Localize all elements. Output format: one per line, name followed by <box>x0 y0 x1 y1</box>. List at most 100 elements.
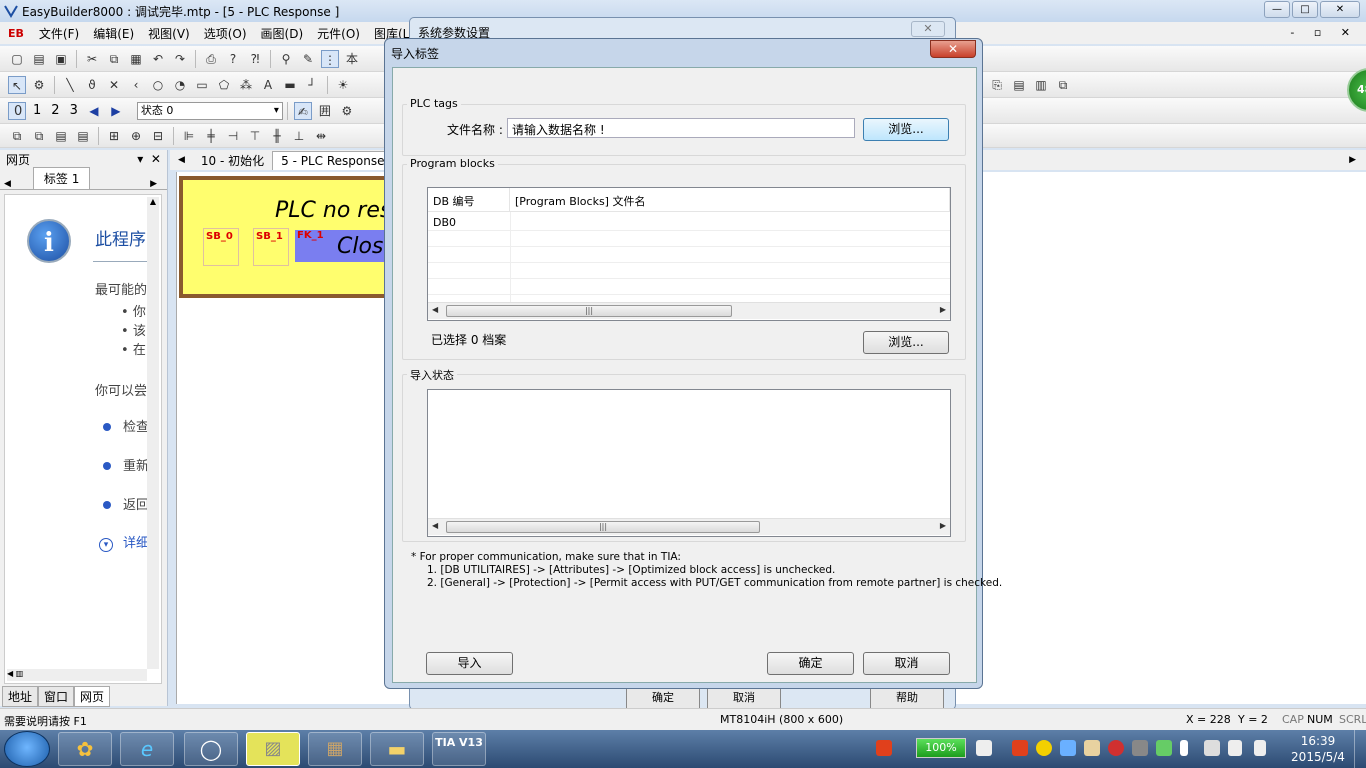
state-0[interactable]: 0 <box>8 101 26 120</box>
grid-icon[interactable]: ⋮ <box>321 49 339 68</box>
bulb-icon[interactable]: ☀ <box>334 76 352 94</box>
taskbar-app-circle[interactable]: ◯ <box>184 732 238 766</box>
polyline-icon[interactable]: ϑ <box>83 76 101 94</box>
close-button[interactable]: ✕ <box>1320 1 1360 18</box>
pointer-icon[interactable]: ↖ <box>8 75 26 94</box>
print-icon[interactable]: ⎙ <box>202 50 220 68</box>
align-top-icon[interactable]: ⊤ <box>246 127 264 145</box>
battery-indicator[interactable]: 100% <box>916 738 966 758</box>
pie-icon[interactable]: ◔ <box>171 76 189 94</box>
panel-controls[interactable]: ▾ ✕ <box>137 152 161 166</box>
arc-icon[interactable]: ‹ <box>127 76 145 94</box>
table-row[interactable]: DB0 <box>433 216 456 229</box>
sb-0-object[interactable]: SB_0 <box>203 228 239 266</box>
tag-icon[interactable]: ✍ <box>293 101 312 120</box>
scroll-left-icon[interactable]: ◀ <box>432 521 438 530</box>
help-icon[interactable]: ? <box>224 50 242 68</box>
minimize-button[interactable]: — <box>1264 1 1290 18</box>
network-icon[interactable]: ⚙ <box>338 102 356 120</box>
simulate-icon[interactable]: ▥ <box>1032 76 1050 94</box>
rectangle-icon[interactable]: ▭ <box>193 76 211 94</box>
state-select[interactable]: 状态 0 <box>136 101 283 120</box>
system-params-close[interactable]: ✕ <box>911 21 945 37</box>
import-button[interactable]: 导入 <box>426 652 513 675</box>
restore-button[interactable]: □ <box>1292 1 1318 18</box>
tab-scroll-right-icon[interactable]: ▶ <box>1349 155 1356 165</box>
taskbar-easybuilder[interactable]: ▨ <box>246 732 300 766</box>
export-icon[interactable]: ⎘ <box>988 76 1006 94</box>
taskbar-tia[interactable]: TIA V13 <box>432 732 486 766</box>
ime-icon[interactable] <box>876 740 892 756</box>
prev-state-icon[interactable]: ◀ <box>85 102 103 120</box>
web-link-check[interactable]: 检查 <box>103 416 149 435</box>
download-icon[interactable]: ⧉ <box>1054 76 1072 94</box>
tab-web[interactable]: 网页 <box>74 686 111 707</box>
undo-icon[interactable]: ↶ <box>149 50 167 68</box>
license-icon[interactable] <box>1132 740 1148 756</box>
taskbar-explorer[interactable]: ▬ <box>370 732 424 766</box>
paste-icon[interactable]: ▦ <box>127 50 145 68</box>
align-hcenter-icon[interactable]: ╪ <box>202 127 220 145</box>
context-help-icon[interactable]: ⁈ <box>246 50 264 68</box>
system-params-ok[interactable]: 确定 <box>626 688 700 710</box>
horizontal-scrollbar[interactable]: ◀ ▥ <box>7 669 147 681</box>
table-hscroll[interactable]: ◀ ||| ▶ <box>428 302 950 319</box>
copy-icon[interactable]: ⧉ <box>105 50 123 68</box>
state-3[interactable]: 3 <box>65 103 83 118</box>
system-params-cancel[interactable]: 取消 <box>707 688 781 710</box>
align-left-icon[interactable]: ⊫ <box>180 127 198 145</box>
cancel-button[interactable]: 取消 <box>863 652 950 675</box>
tab-scroll-left-icon[interactable]: ◀ <box>170 155 193 165</box>
taskbar-ie-icon[interactable]: e <box>120 732 174 766</box>
scroll-left-icon[interactable]: ◀ <box>432 305 438 314</box>
align-vcenter-icon[interactable]: ╫ <box>268 127 286 145</box>
dialog-close-button[interactable]: ✕ <box>930 40 976 58</box>
start-button[interactable] <box>4 731 50 767</box>
menu-edit[interactable]: 编辑(E) <box>86 25 141 42</box>
new-file-icon[interactable]: ▢ <box>8 50 26 68</box>
ungroup-icon[interactable]: ⧉ <box>30 127 48 145</box>
text-icon[interactable]: 本 <box>343 50 361 68</box>
tab-label-1[interactable]: 标签 1 <box>32 167 91 189</box>
redo-icon[interactable]: ↷ <box>171 50 189 68</box>
scale-icon[interactable]: ⁂ <box>237 76 255 94</box>
mdi-controls[interactable]: - ▫ ✕ <box>1290 26 1358 39</box>
state-2[interactable]: 2 <box>46 103 64 118</box>
col-db-number[interactable]: DB 编号 <box>428 188 510 212</box>
layer-down-icon[interactable]: ▤ <box>74 127 92 145</box>
menu-view[interactable]: 视图(V) <box>141 25 197 42</box>
align-bottom-icon[interactable]: ⊥ <box>290 127 308 145</box>
program-blocks-table[interactable]: DB 编号 [Program Blocks] 文件名 DB0 ◀ ||| ▶ <box>427 187 951 321</box>
network-device-icon[interactable] <box>1156 740 1172 756</box>
layer-up-icon[interactable]: ▤ <box>52 127 70 145</box>
table-icon[interactable]: 囲 <box>316 102 334 120</box>
browse-file-button[interactable]: 浏览... <box>863 118 949 141</box>
properties-icon[interactable]: ⚙ <box>30 76 48 94</box>
taskbar-app-multicolor[interactable]: ✿ <box>58 732 112 766</box>
scroll-thumb[interactable]: ||| <box>446 305 732 317</box>
save-icon[interactable]: ▣ <box>52 50 70 68</box>
text-tool-icon[interactable]: A <box>259 76 277 94</box>
tab-prev-icon[interactable]: ◀ <box>4 179 11 189</box>
compile-icon[interactable]: ▤ <box>1010 76 1028 94</box>
group-icon[interactable]: ⧉ <box>8 127 26 145</box>
vertical-scrollbar[interactable]: ▲ <box>147 197 159 669</box>
open-folder-icon[interactable]: ▤ <box>30 50 48 68</box>
next-state-icon[interactable]: ▶ <box>107 102 125 120</box>
import-status-list[interactable]: ◀ ||| ▶ <box>427 389 951 537</box>
ok-button[interactable]: 确定 <box>767 652 854 675</box>
taskbar-app-picture[interactable]: ▦ <box>308 732 362 766</box>
tab-plc-response[interactable]: 5 - PLC Response <box>272 150 394 170</box>
signal-icon[interactable] <box>1228 740 1242 756</box>
web-link-refresh[interactable]: 重新 <box>103 455 149 474</box>
antivirus-icon[interactable] <box>1108 740 1124 756</box>
scroll-right-icon[interactable]: ▶ <box>940 521 946 530</box>
state-1[interactable]: 1 <box>28 103 46 118</box>
align-right-icon[interactable]: ⊣ <box>224 127 242 145</box>
tab-next-icon[interactable]: ▶ <box>150 179 157 189</box>
corner-icon[interactable]: ┘ <box>303 76 321 94</box>
plus-icon[interactable] <box>1036 740 1052 756</box>
picture-icon[interactable]: ▬ <box>281 76 299 94</box>
browse-blocks-button[interactable]: 浏览... <box>863 331 949 354</box>
web-link-back[interactable]: 返回 <box>103 494 149 513</box>
